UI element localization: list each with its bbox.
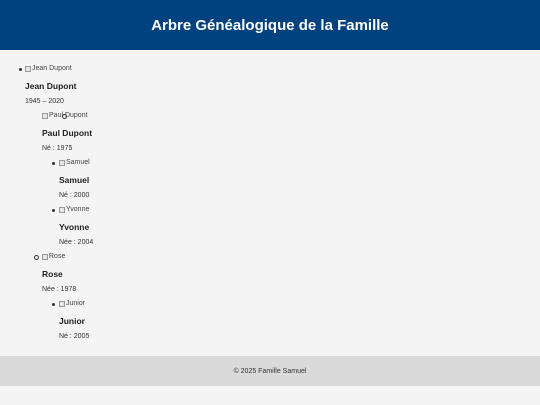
- person-name: Samuel: [59, 175, 90, 185]
- person-dates: Né : 2005: [59, 333, 90, 340]
- person-dates: 1945 – 2020: [25, 98, 64, 105]
- person-photo: Paul Dupont: [42, 112, 88, 119]
- person-name: Rose: [42, 269, 63, 279]
- person-name: Jean Dupont: [25, 81, 77, 91]
- person-dates: Née : 1978: [42, 286, 77, 293]
- site-header: Arbre Généalogique de la Famille: [0, 0, 540, 50]
- person-photo: Samuel: [59, 159, 90, 166]
- person-name: Junior: [59, 316, 85, 326]
- person-photo: Rose: [42, 253, 65, 260]
- person-name: Paul Dupont: [42, 128, 93, 138]
- page-title: Arbre Généalogique de la Famille: [151, 16, 389, 34]
- bullet-icon: [34, 255, 39, 260]
- broken-image-icon: [59, 300, 65, 307]
- broken-image-icon: [59, 206, 65, 213]
- person-dates: Née : 2004: [59, 239, 94, 246]
- person-dates: Né : 2000: [59, 192, 90, 199]
- broken-image-icon: [42, 112, 48, 119]
- site-footer: © 2025 Famille Samuel: [0, 356, 540, 386]
- person-photo: Junior: [59, 300, 85, 307]
- broken-image-icon: [59, 159, 65, 166]
- bullet-icon: [52, 209, 55, 212]
- bullet-icon: [52, 162, 55, 165]
- broken-image-icon: [25, 65, 31, 72]
- bullet-icon: [52, 303, 55, 306]
- person-dates: Né : 1975: [42, 145, 73, 152]
- footer-copyright: © 2025 Famille Samuel: [233, 367, 307, 375]
- broken-image-icon: [42, 253, 48, 260]
- bullet-icon: [19, 68, 22, 71]
- person-photo: Yvonne: [59, 206, 89, 213]
- person-photo: Jean Dupont: [25, 65, 72, 72]
- person-name: Yvonne: [59, 222, 90, 232]
